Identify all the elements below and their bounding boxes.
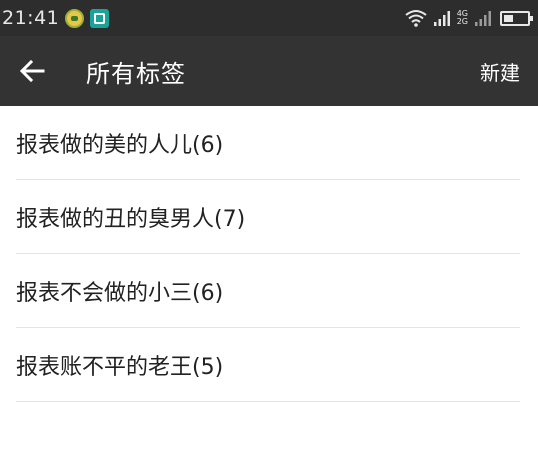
tag-list: 报表做的美的人儿(6) 报表做的丑的臭男人(7) 报表不会做的小三(6) 报表账…: [0, 106, 538, 402]
list-item-tag[interactable]: 报表不会做的小三(6): [16, 254, 520, 328]
scan-icon: [90, 8, 110, 28]
back-button[interactable]: [0, 36, 64, 106]
app-bar: 所有标签 新建: [0, 36, 538, 106]
new-button[interactable]: 新建: [480, 57, 520, 86]
list-item-label: 报表做的丑的臭男人(7): [16, 206, 246, 232]
status-bar: 21:41 4G 2G: [0, 0, 538, 36]
signal-icon-secondary: [475, 11, 491, 26]
list-item-tag[interactable]: 报表账不平的老王(5): [16, 328, 520, 402]
list-item-tag[interactable]: 报表做的丑的臭男人(7): [16, 180, 520, 254]
arrow-left-icon: [19, 59, 45, 83]
notification-icon: [65, 8, 85, 28]
list-item-label: 报表账不平的老王(5): [16, 354, 224, 380]
signal-icon: [433, 11, 450, 26]
wifi-icon: [405, 10, 427, 27]
battery-icon: [500, 10, 533, 26]
list-item-label: 报表做的美的人儿(6): [16, 132, 224, 158]
status-bar-left: 21:41: [2, 7, 110, 29]
list-item-label: 报表不会做的小三(6): [16, 280, 224, 306]
network-type-bottom: 2G: [456, 17, 468, 26]
network-type-label: 4G 2G: [457, 10, 468, 26]
list-item-tag[interactable]: 报表做的美的人儿(6): [16, 106, 520, 180]
page-title: 所有标签: [86, 59, 186, 88]
status-bar-right: 4G 2G: [405, 9, 533, 27]
status-time: 21:41: [2, 7, 60, 29]
